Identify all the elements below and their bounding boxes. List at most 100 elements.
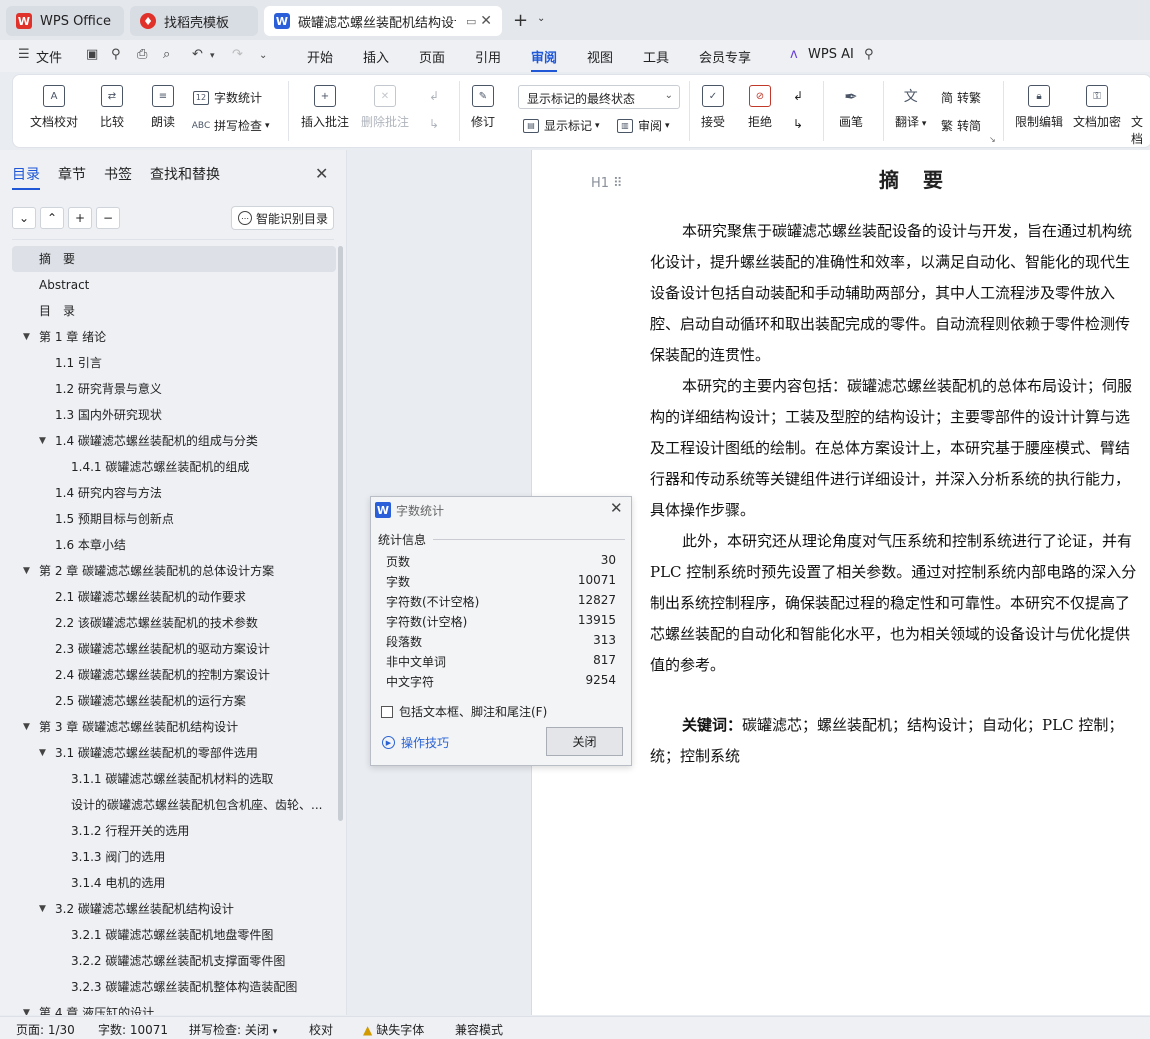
compare-button[interactable]: ⇄ 比较	[100, 85, 124, 130]
tab-find-replace[interactable]: 查找和替换	[150, 164, 220, 184]
dialog-title-bar[interactable]: W 字数统计 ✕	[371, 497, 631, 523]
share-icon[interactable]: ⚲	[111, 47, 121, 62]
doc-encrypt-button[interactable]: ⚿ 文档加密	[1073, 85, 1121, 130]
track-changes-button[interactable]: ✎ 修订	[471, 85, 495, 130]
toc-item[interactable]: 2.1 碳罐滤芯螺丝装配机的动作要求	[12, 584, 336, 610]
toc-item[interactable]: 3.1.4 电机的选用	[12, 870, 336, 896]
doc-check-button[interactable]: A 文档校对	[30, 85, 78, 130]
toc-item[interactable]: 摘 要	[12, 246, 336, 272]
markup-state-select[interactable]: 显示标记的最终状态 ⌄	[518, 85, 680, 109]
translate-button[interactable]: 文 翻译 ▾	[895, 85, 926, 130]
toc-item[interactable]: 目 录	[12, 298, 336, 324]
collapse-triangle-icon[interactable]: ▼	[39, 896, 46, 922]
toc-item[interactable]: 2.3 碳罐滤芯螺丝装配机的驱动方案设计	[12, 636, 336, 662]
toc-item[interactable]: 1.4.1 碳罐滤芯螺丝装配机的组成	[12, 454, 336, 480]
toc-item[interactable]: ▼ 第 2 章 碳罐滤芯螺丝装配机的总体设计方案	[12, 558, 336, 584]
expand-ribbon-icon[interactable]: ↘	[989, 135, 996, 144]
checkbox-box[interactable]	[381, 705, 393, 718]
missing-font-status[interactable]: ▲ 缺失字体	[363, 1021, 424, 1038]
spell-check-button[interactable]: ABC 拼写检查 ▾	[192, 117, 270, 134]
chevron-down-icon[interactable]: ⌄	[537, 13, 545, 24]
show-markup-button[interactable]: ▤ 显示标记 ▾	[523, 117, 600, 134]
toc-item[interactable]: 1.6 本章小结	[12, 532, 336, 558]
toc-item[interactable]: 2.4 碳罐滤芯螺丝装配机的控制方案设计	[12, 662, 336, 688]
close-icon[interactable]: ✕	[610, 499, 623, 517]
menu-insert[interactable]: 插入	[363, 47, 389, 66]
menu-view[interactable]: 视图	[587, 47, 613, 66]
toc-item[interactable]: 3.1.2 行程开关的选用	[12, 818, 336, 844]
menu-start[interactable]: 开始	[307, 47, 333, 66]
to-traditional-button[interactable]: 简 转繁	[941, 89, 981, 106]
toc-item[interactable]: ▼ 3.2 碳罐滤芯螺丝装配机结构设计	[12, 896, 336, 922]
menu-references[interactable]: 引用	[475, 47, 501, 66]
spell-check-status[interactable]: 拼写检查: 关闭 ▾	[189, 1021, 277, 1038]
insert-comment-button[interactable]: + 插入批注	[301, 85, 349, 130]
hamburger-icon[interactable]: ☰	[18, 47, 30, 62]
menu-file[interactable]: 文件	[36, 47, 62, 66]
print-icon[interactable]: ⎙	[137, 47, 147, 62]
next-change-icon[interactable]: ↳	[793, 117, 803, 131]
chevron-down-icon[interactable]: ▾	[210, 51, 215, 61]
collapse-triangle-icon[interactable]: ▼	[39, 740, 46, 766]
toc-item[interactable]: ▼ 3.1 碳罐滤芯螺丝装配机的零部件选用	[12, 740, 336, 766]
pen-button[interactable]: ✒ 画笔	[839, 85, 863, 130]
close-icon[interactable]: ✕	[480, 13, 492, 29]
collapse-all-button[interactable]: ⌄	[12, 207, 36, 229]
to-simplified-button[interactable]: 繁 转简	[941, 117, 981, 134]
collapse-triangle-icon[interactable]: ▼	[23, 558, 30, 584]
toc-item[interactable]: 1.5 预期目标与创新点	[12, 506, 336, 532]
tab-docer-templates[interactable]: ♦ 找稻壳模板	[130, 6, 258, 36]
smart-toc-button[interactable]: ⋯ 智能识别目录	[231, 206, 334, 230]
tab-current-document[interactable]: W 碳罐滤芯螺丝装配机结构设计 ▭ ✕	[264, 6, 502, 36]
close-button[interactable]: 关闭	[546, 727, 623, 756]
include-textbox-checkbox[interactable]: 包括文本框、脚注和尾注(F)	[381, 703, 547, 720]
reject-button[interactable]: ⊘ 拒绝	[748, 85, 772, 130]
more-chevron-icon[interactable]: ⌄	[259, 50, 267, 61]
collapse-triangle-icon[interactable]: ▼	[23, 1000, 30, 1015]
review-pane-button[interactable]: ▥ 审阅 ▾	[617, 117, 670, 134]
restrict-edit-button[interactable]: 🔒︎ 限制编辑	[1015, 85, 1063, 130]
collapse-triangle-icon[interactable]: ▼	[23, 324, 30, 350]
tab-monitor-icon[interactable]: ▭	[466, 15, 476, 28]
tab-bookmarks[interactable]: 书签	[104, 164, 132, 184]
collapse-triangle-icon[interactable]: ▼	[39, 428, 46, 454]
menu-review[interactable]: 审阅	[531, 47, 558, 72]
menu-page[interactable]: 页面	[419, 47, 445, 66]
toc-item[interactable]: 3.1.3 阀门的选用	[12, 844, 336, 870]
tab-toc[interactable]: 目录	[12, 164, 40, 190]
tab-sections[interactable]: 章节	[58, 164, 86, 184]
toc-item[interactable]: Abstract	[12, 272, 336, 298]
toc-item[interactable]: 1.2 研究背景与意义	[12, 376, 336, 402]
word-count-indicator[interactable]: 字数: 10071	[98, 1021, 168, 1038]
page-indicator[interactable]: 页面: 1/30	[16, 1021, 75, 1038]
previous-change-icon[interactable]: ↲	[793, 89, 803, 103]
read-aloud-button[interactable]: ≡ 朗读	[151, 85, 175, 130]
tab-wps-office[interactable]: W WPS Office	[6, 6, 124, 36]
toc-item[interactable]: 2.2 该碳罐滤芯螺丝装配机的技术参数	[12, 610, 336, 636]
close-icon[interactable]: ✕	[315, 164, 328, 183]
menu-tools[interactable]: 工具	[643, 47, 669, 66]
menu-member[interactable]: 会员专享	[699, 47, 751, 66]
word-count-button[interactable]: 12 字数统计	[193, 89, 262, 106]
toc-item[interactable]: 3.2.2 碳罐滤芯螺丝装配机支撑面零件图	[12, 948, 336, 974]
doc-more-button[interactable]: 文档	[1131, 85, 1150, 147]
save-icon[interactable]: ▣	[86, 47, 98, 62]
menu-wps-ai[interactable]: WPS AI	[808, 47, 854, 62]
toc-item[interactable]: 3.2.1 碳罐滤芯螺丝装配机地盘零件图	[12, 922, 336, 948]
collapse-triangle-icon[interactable]: ▼	[23, 714, 30, 740]
toc-item[interactable]: ▼ 1.4 碳罐滤芯螺丝装配机的组成与分类	[12, 428, 336, 454]
search-icon[interactable]: ⚲	[864, 47, 874, 62]
toc-item[interactable]: ▼ 第 3 章 碳罐滤芯螺丝装配机结构设计	[12, 714, 336, 740]
toc-item[interactable]: 3.2.3 碳罐滤芯螺丝装配机整体构造装配图	[12, 974, 336, 1000]
new-tab-icon[interactable]: +	[513, 10, 528, 31]
toc-item[interactable]: 3.1.1 碳罐滤芯螺丝装配机材料的选取	[12, 766, 336, 792]
toc-item[interactable]: 2.5 碳罐滤芯螺丝装配机的运行方案	[12, 688, 336, 714]
toc-item[interactable]: 1.1 引言	[12, 350, 336, 376]
proofread-status[interactable]: 校对	[309, 1021, 333, 1038]
remove-heading-button[interactable]: −	[96, 207, 120, 229]
toc-item[interactable]: ▼ 第 1 章 绪论	[12, 324, 336, 350]
toc-item[interactable]: 设计的碳罐滤芯螺丝装配机包含机座、齿轮、...	[12, 792, 336, 818]
toc-scrollbar[interactable]	[338, 246, 343, 821]
print-preview-icon[interactable]: ⌕	[163, 47, 170, 62]
toc-item[interactable]: ▼ 第 4 章 液压缸的设计	[12, 1000, 336, 1015]
